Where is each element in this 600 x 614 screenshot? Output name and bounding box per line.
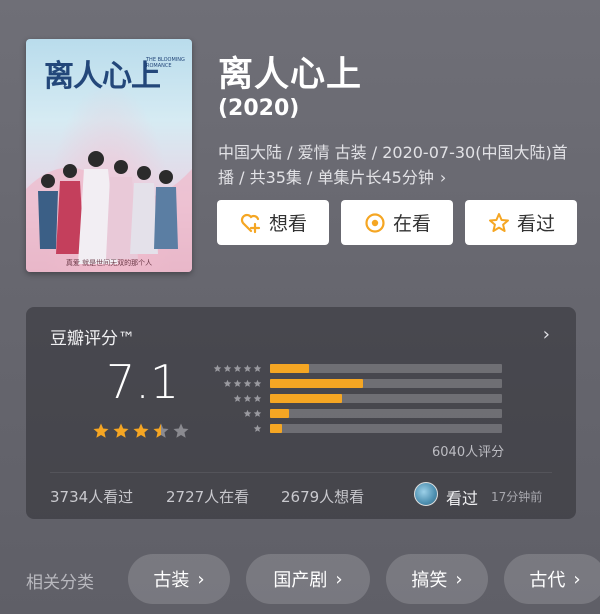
small-star-icon xyxy=(213,364,222,372)
rating-row-stars xyxy=(208,394,270,403)
watched-button[interactable]: 看过 xyxy=(465,200,577,245)
rating-bar-fill xyxy=(270,408,289,418)
chevron-right-icon: › xyxy=(439,168,447,187)
small-star-icon xyxy=(223,379,232,387)
chip-label: 国产剧 xyxy=(273,570,328,591)
chevron-right-icon: › xyxy=(455,568,463,590)
poster-image[interactable]: 离人心上 THE BLOOMING ROMANCE 真爱 就是世间无双的那个人 xyxy=(26,39,192,272)
rating-row-1-star xyxy=(208,422,502,434)
small-star-icon xyxy=(243,394,252,402)
avatar[interactable] xyxy=(414,482,438,506)
rating-bar-track xyxy=(270,423,502,433)
small-star-icon xyxy=(253,424,262,432)
rating-title: 豆瓣评分™ xyxy=(50,329,135,349)
rating-bar-track xyxy=(270,363,502,373)
poster-subtitle: THE BLOOMING ROMANCE xyxy=(146,57,185,69)
want-count[interactable]: 2679人想看 xyxy=(281,486,364,507)
my-status: 看过 xyxy=(446,489,479,508)
rating-row-stars xyxy=(208,424,270,433)
rating-card[interactable]: 豆瓣评分™ › 7.1 6040人评分 3734人看过 2727人在看 2679… xyxy=(26,307,576,519)
want-to-watch-button[interactable]: 想看 xyxy=(217,200,329,245)
chip-label: 古代 xyxy=(529,570,566,591)
small-star-icon xyxy=(243,364,252,372)
my-status-time: 17分钟前 xyxy=(491,490,543,504)
small-star-icon xyxy=(233,379,242,387)
chevron-right-icon: › xyxy=(197,568,205,590)
page-title: 离人心上 xyxy=(218,55,363,95)
movie-meta-text: 中国大陆 / 爱情 古装 / 2020-07-30(中国大陆)首播 / 共35集… xyxy=(218,143,568,187)
small-star-icon xyxy=(243,379,252,387)
rating-bar-fill xyxy=(270,393,342,403)
chip-label: 古装 xyxy=(153,570,190,591)
chevron-right-icon: › xyxy=(335,568,343,590)
small-star-icon xyxy=(253,379,262,387)
star-icon xyxy=(173,423,189,438)
rating-score: 7.1 xyxy=(106,355,180,409)
star-outline-icon xyxy=(488,212,509,232)
star-icon xyxy=(133,423,149,438)
rating-bar-fill xyxy=(270,378,363,388)
related-label: 相关分类 xyxy=(26,573,94,593)
small-star-icon xyxy=(253,364,262,372)
rating-row-5-star xyxy=(208,362,502,374)
rating-row-stars xyxy=(208,364,270,373)
rating-row-2-star xyxy=(208,407,502,419)
small-star-icon xyxy=(243,409,252,417)
small-star-icon xyxy=(253,394,262,402)
star-icon xyxy=(113,423,129,438)
chip-category[interactable]: 古代 › xyxy=(504,554,600,604)
rating-row-stars xyxy=(208,379,270,388)
chevron-right-icon[interactable]: › xyxy=(543,324,550,345)
rating-row-4-star xyxy=(208,377,502,389)
chip-category[interactable]: 搞笑 › xyxy=(386,554,488,604)
star-icon xyxy=(153,423,169,438)
chip-label: 搞笑 xyxy=(411,570,448,591)
movie-meta[interactable]: 中国大陆 / 爱情 古装 / 2020-07-30(中国大陆)首播 / 共35集… xyxy=(218,140,578,190)
rating-bar-track xyxy=(270,408,502,418)
rating-bar-fill xyxy=(270,363,310,373)
rating-bar-track xyxy=(270,393,502,403)
want-to-watch-label: 想看 xyxy=(268,213,307,235)
rating-stars xyxy=(92,422,190,440)
watching-count[interactable]: 2727人在看 xyxy=(166,486,249,507)
rating-bar-track xyxy=(270,378,502,388)
release-year: (2020) xyxy=(218,96,300,121)
chip-category[interactable]: 国产剧 › xyxy=(246,554,370,604)
rating-bar-fill xyxy=(270,423,282,433)
divider xyxy=(50,472,552,473)
small-star-icon xyxy=(223,364,232,372)
watching-label: 在看 xyxy=(392,213,431,235)
heart-plus-icon xyxy=(240,213,261,233)
chevron-right-icon: › xyxy=(573,568,581,590)
small-star-icon xyxy=(233,364,242,372)
watched-label: 看过 xyxy=(516,213,555,235)
small-star-icon xyxy=(233,394,242,402)
rating-count: 6040人评分 xyxy=(432,445,505,460)
small-star-icon xyxy=(253,409,262,417)
poster-figures xyxy=(26,151,192,272)
poster-tagline: 真爱 就是世间无双的那个人 xyxy=(65,259,153,267)
watching-button[interactable]: 在看 xyxy=(341,200,453,245)
rating-row-3-star xyxy=(208,392,502,404)
star-icon xyxy=(93,423,109,438)
watched-count[interactable]: 3734人看过 xyxy=(50,486,133,507)
rating-row-stars xyxy=(208,409,270,418)
poster-title: 离人心上 xyxy=(44,59,161,94)
chip-category[interactable]: 古装 › xyxy=(128,554,230,604)
target-icon xyxy=(365,212,385,233)
